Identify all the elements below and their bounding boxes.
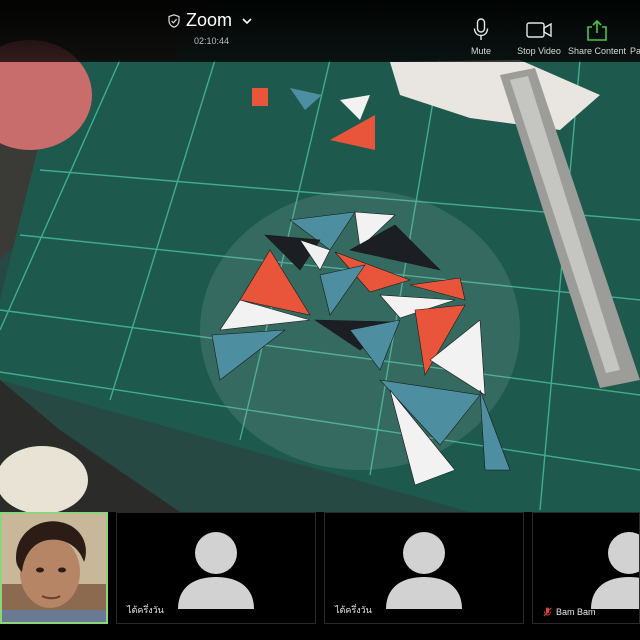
video-camera-icon	[526, 18, 552, 42]
participant-name: Bam Bam	[543, 607, 596, 617]
share-content-button[interactable]: Share Content	[568, 18, 626, 60]
video-scene	[0, 0, 640, 512]
mute-label: Mute	[470, 46, 491, 56]
stop-video-button[interactable]: Stop Video	[516, 18, 562, 60]
meeting-timer: 02:10:44	[194, 36, 230, 46]
participant-strip: ไต้ครึ่งวัน ไต้ครึ่งวัน Bam Bam	[0, 512, 640, 640]
meeting-toolbar: Zoom 02:10:44 Mute Stop Video Share Cont…	[0, 0, 640, 62]
person-avatar-icon	[591, 532, 639, 609]
participant-name-text: Bam Bam	[556, 607, 596, 617]
participant-tile[interactable]: Bam Bam	[532, 512, 640, 624]
meeting-title: Zoom	[186, 10, 233, 30]
participants-label: Pa	[630, 46, 640, 56]
participant-name-text: ไต้ครึ่งวัน	[127, 605, 164, 615]
participant-name: ไต้ครึ่งวัน	[335, 603, 372, 617]
self-video	[2, 514, 106, 622]
participants-icon	[630, 18, 640, 42]
participant-tile-self[interactable]	[0, 512, 108, 624]
stop-video-label: Stop Video	[517, 46, 561, 56]
share-content-label: Share Content	[567, 46, 627, 56]
participants-button[interactable]: Pa	[630, 18, 640, 60]
person-avatar-icon	[178, 532, 254, 609]
share-icon	[584, 18, 610, 42]
participant-name: ไต้ครึ่งวัน	[127, 603, 164, 617]
participant-name-text: ไต้ครึ่งวัน	[335, 605, 372, 615]
participant-tile[interactable]: ไต้ครึ่งวัน	[116, 512, 316, 624]
shield-icon	[168, 13, 180, 28]
microphone-icon	[468, 18, 494, 42]
chevron-down-icon	[242, 17, 252, 24]
main-video	[0, 0, 640, 512]
muted-microphone-icon	[543, 607, 552, 617]
person-avatar-icon	[386, 532, 462, 609]
mute-button[interactable]: Mute	[466, 18, 496, 60]
participant-tile[interactable]: ไต้ครึ่งวัน	[324, 512, 524, 624]
meeting-title-menu[interactable]: Zoom 02:10:44	[168, 10, 264, 58]
